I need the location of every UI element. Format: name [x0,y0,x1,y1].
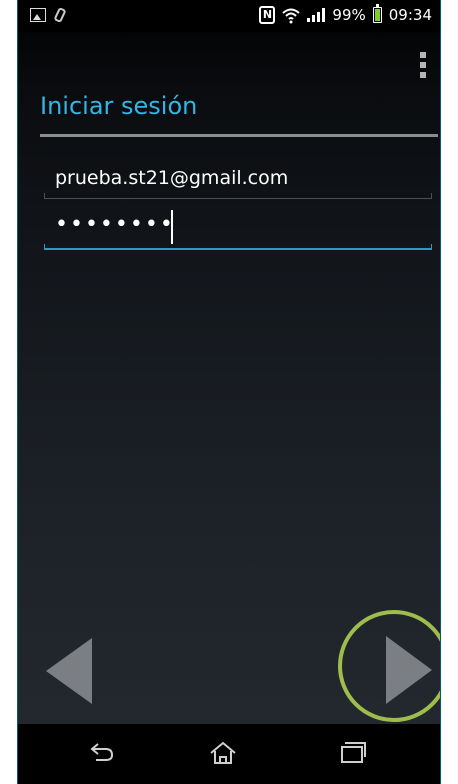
system-navigation-bar [18,724,440,784]
home-icon[interactable] [208,740,238,766]
device-screen: N 99% 09:34 Iniciar sesión prueba.st21@g… [17,0,441,784]
battery-percentage: 99% [332,6,366,24]
password-field[interactable]: •••••••• [44,206,432,250]
status-bar: N 99% 09:34 [18,0,440,32]
text-cursor [171,210,173,244]
notification-icons [30,6,67,24]
password-underline [44,244,432,250]
clip-notification-icon [53,6,67,24]
back-icon[interactable] [88,740,116,764]
left-arrow-icon[interactable] [46,638,92,704]
title-divider [40,134,438,137]
signal-icon [307,8,326,22]
overflow-menu-icon[interactable] [420,52,426,78]
page-title: Iniciar sesión [40,92,198,120]
highlight-circle [338,610,440,722]
email-value: prueba.st21@gmail.com [55,167,289,189]
clock: 09:34 [388,6,432,24]
battery-icon [372,4,382,23]
image-notification-icon [30,8,46,22]
wifi-icon [282,8,301,24]
email-field[interactable]: prueba.st21@gmail.com [44,155,432,199]
email-underline [44,193,432,199]
nfc-icon: N [259,6,276,24]
recents-icon[interactable] [338,740,366,764]
system-status: N 99% 09:34 [259,4,432,24]
password-value: •••••••• [55,212,175,237]
